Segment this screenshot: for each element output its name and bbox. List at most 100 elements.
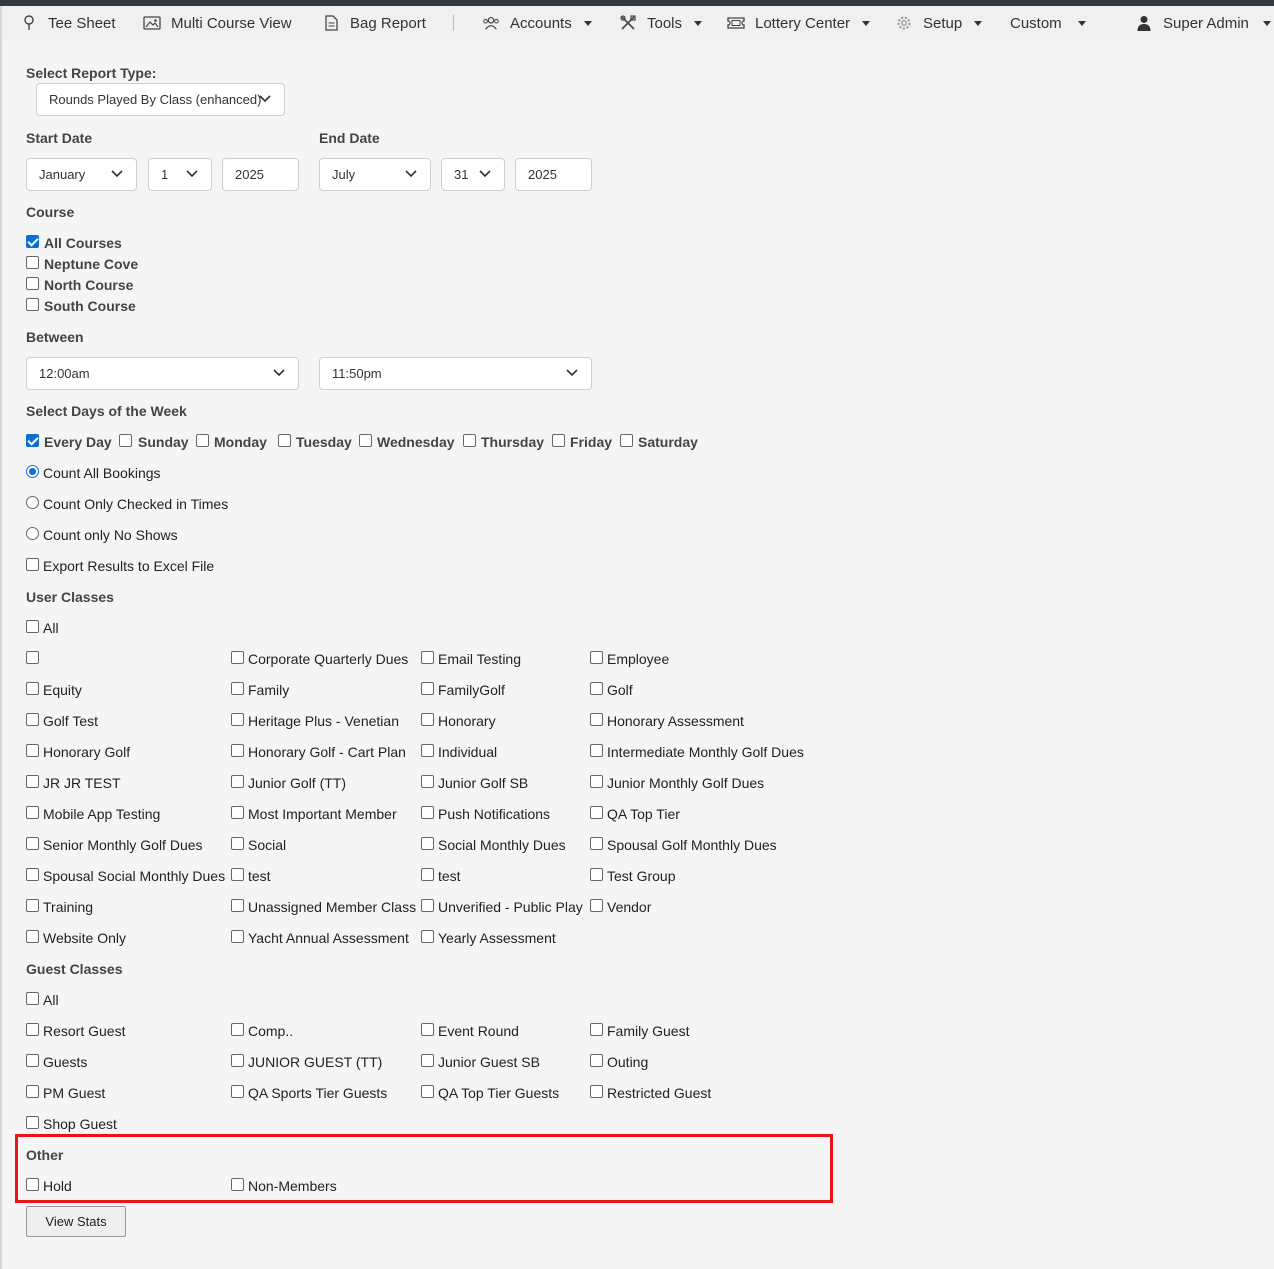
- class-checkbox[interactable]: [26, 651, 39, 664]
- class-checkbox[interactable]: [26, 930, 39, 943]
- report-type-select[interactable]: Rounds Played By Class (enhanced): [36, 83, 285, 116]
- class-checkbox[interactable]: [231, 806, 244, 819]
- class-checkbox[interactable]: [421, 868, 434, 881]
- nav-accounts[interactable]: Accounts: [482, 6, 592, 40]
- chevron-down-icon: [259, 95, 271, 103]
- other-checkbox[interactable]: [231, 1178, 244, 1191]
- class-checkbox[interactable]: [231, 651, 244, 664]
- start-day-select[interactable]: 1: [148, 158, 212, 191]
- between-label: Between: [26, 329, 84, 345]
- class-checkbox[interactable]: [590, 806, 603, 819]
- class-checkbox[interactable]: [26, 1116, 39, 1129]
- export-checkbox[interactable]: [26, 558, 39, 571]
- class-checkbox[interactable]: [421, 682, 434, 695]
- class-checkbox[interactable]: [590, 1054, 603, 1067]
- class-checkbox[interactable]: [26, 1054, 39, 1067]
- class-checkbox[interactable]: [590, 682, 603, 695]
- nav-lottery-center[interactable]: Lottery Center: [727, 6, 871, 40]
- course-checkbox[interactable]: [26, 277, 39, 290]
- class-checkbox[interactable]: [26, 1023, 39, 1036]
- class-checkbox[interactable]: [231, 1054, 244, 1067]
- class-checkbox[interactable]: [231, 744, 244, 757]
- nav-bag-report[interactable]: Bag Report: [322, 6, 426, 40]
- end-month-select[interactable]: July: [319, 158, 431, 191]
- class-checkbox[interactable]: [231, 713, 244, 726]
- day-checkbox[interactable]: [26, 434, 39, 447]
- time-to-select[interactable]: 11:50pm: [319, 357, 592, 390]
- user-classes-all-checkbox[interactable]: [26, 620, 39, 633]
- start-month-select[interactable]: January: [26, 158, 137, 191]
- nav-tools[interactable]: Tools: [619, 6, 703, 40]
- class-checkbox[interactable]: [26, 868, 39, 881]
- class-checkbox[interactable]: [231, 1085, 244, 1098]
- class-checkbox[interactable]: [421, 1023, 434, 1036]
- day-checkbox[interactable]: [359, 434, 372, 447]
- gear-icon: [895, 14, 913, 32]
- day-option-label: Every Day: [44, 434, 112, 450]
- class-checkbox[interactable]: [590, 868, 603, 881]
- class-checkbox[interactable]: [26, 713, 39, 726]
- end-day-select[interactable]: 31: [441, 158, 505, 191]
- class-checkbox[interactable]: [231, 899, 244, 912]
- nav-custom[interactable]: Custom: [1010, 6, 1086, 40]
- class-checkbox[interactable]: [231, 930, 244, 943]
- class-checkbox[interactable]: [590, 775, 603, 788]
- nav-multi-course-view[interactable]: Multi Course View: [143, 6, 292, 40]
- count-radio[interactable]: [26, 465, 39, 478]
- class-checkbox[interactable]: [421, 744, 434, 757]
- course-checkbox[interactable]: [26, 256, 39, 269]
- class-checkbox[interactable]: [421, 930, 434, 943]
- day-checkbox[interactable]: [196, 434, 209, 447]
- day-checkbox[interactable]: [463, 434, 476, 447]
- course-checkbox[interactable]: [26, 235, 39, 248]
- class-checkbox[interactable]: [26, 775, 39, 788]
- time-from-select[interactable]: 12:00am: [26, 357, 299, 390]
- class-checkbox[interactable]: [26, 837, 39, 850]
- class-checkbox[interactable]: [590, 713, 603, 726]
- class-checkbox[interactable]: [231, 775, 244, 788]
- class-checkbox[interactable]: [231, 682, 244, 695]
- nav-user-menu[interactable]: Super Admin: [1135, 6, 1271, 40]
- day-checkbox[interactable]: [552, 434, 565, 447]
- class-checkbox[interactable]: [231, 1023, 244, 1036]
- class-checkbox[interactable]: [421, 1085, 434, 1098]
- class-checkbox[interactable]: [590, 837, 603, 850]
- class-checkbox[interactable]: [26, 1085, 39, 1098]
- class-checkbox[interactable]: [421, 837, 434, 850]
- class-checkbox[interactable]: [26, 806, 39, 819]
- day-option-label: Thursday: [481, 434, 545, 450]
- nav-tee-sheet[interactable]: Tee Sheet: [20, 6, 116, 40]
- class-checkbox[interactable]: [421, 1054, 434, 1067]
- class-checkbox[interactable]: [26, 744, 39, 757]
- class-checkbox[interactable]: [590, 899, 603, 912]
- class-checkbox[interactable]: [421, 651, 434, 664]
- course-checkbox[interactable]: [26, 298, 39, 311]
- count-option-label: Count Only Checked in Times: [43, 496, 229, 512]
- class-checkbox[interactable]: [231, 868, 244, 881]
- class-checkbox[interactable]: [421, 713, 434, 726]
- class-checkbox[interactable]: [26, 682, 39, 695]
- nav-setup[interactable]: Setup: [895, 6, 983, 40]
- end-year-input[interactable]: 2025: [515, 158, 592, 191]
- other-checkbox[interactable]: [26, 1178, 39, 1191]
- day-checkbox[interactable]: [620, 434, 633, 447]
- class-checkbox[interactable]: [590, 651, 603, 664]
- nav-tools-label: Tools: [647, 14, 683, 32]
- class-checkbox[interactable]: [26, 899, 39, 912]
- class-checkbox[interactable]: [421, 899, 434, 912]
- class-option-label: Event Round: [438, 1023, 519, 1039]
- day-checkbox[interactable]: [278, 434, 291, 447]
- count-radio[interactable]: [26, 527, 39, 540]
- count-radio[interactable]: [26, 496, 39, 509]
- class-checkbox[interactable]: [421, 806, 434, 819]
- view-stats-button[interactable]: View Stats: [26, 1206, 126, 1237]
- class-checkbox[interactable]: [590, 744, 603, 757]
- class-checkbox[interactable]: [590, 1023, 603, 1036]
- start-year-input[interactable]: 2025: [222, 158, 299, 191]
- class-option-label: QA Top Tier Guests: [438, 1085, 560, 1101]
- class-checkbox[interactable]: [231, 837, 244, 850]
- class-checkbox[interactable]: [590, 1085, 603, 1098]
- guest-classes-all-checkbox[interactable]: [26, 992, 39, 1005]
- day-checkbox[interactable]: [119, 434, 132, 447]
- class-checkbox[interactable]: [421, 775, 434, 788]
